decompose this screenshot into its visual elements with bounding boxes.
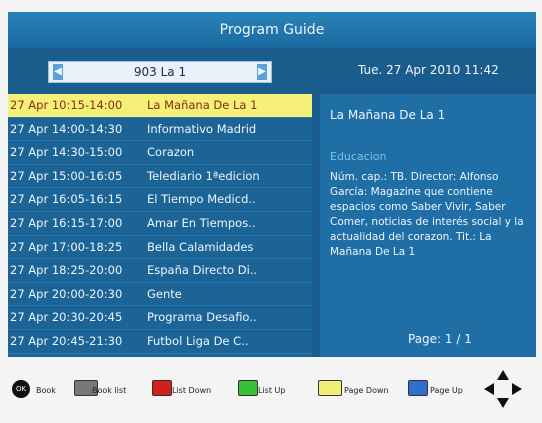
list-item[interactable]: 27 Apr 16:15-17:00 Amar En Tiempos.. (8, 212, 312, 236)
program-time: 27 Apr 20:00-20:30 (10, 286, 123, 301)
program-time: 27 Apr 16:15-17:00 (10, 215, 123, 230)
program-time: 27 Apr 20:30-20:45 (10, 310, 123, 325)
program-title: Bella Calamidades (147, 239, 254, 254)
channel-selector[interactable]: ◀ 903 La 1 ▶ (48, 61, 272, 83)
program-guide-screen: Program Guide ◀ 903 La 1 ▶ Tue. 27 Apr 2… (8, 12, 536, 357)
program-time: 27 Apr 14:00-14:30 (10, 121, 123, 136)
list-item[interactable]: 27 Apr 16:05-16:15 El Tiempo Medicd.. (8, 188, 312, 212)
list-item[interactable]: 27 Apr 20:30-20:45 Programa Desafio.. (8, 306, 312, 330)
list-item[interactable]: 27 Apr 20:00-20:30 Gente (8, 283, 312, 307)
ok-key-icon: OK (12, 380, 30, 398)
detail-genre: Educacion (330, 150, 387, 163)
remote-key-legend: OK Book Book list List Down List Up Page… (0, 366, 542, 416)
program-list: 27 Apr 10:15-14:00 La Mañana De La 1 27 A… (8, 94, 312, 357)
program-time: 27 Apr 16:05-16:15 (10, 192, 123, 207)
list-item[interactable]: 27 Apr 20:45-21:30 Futbol Liga De C.. (8, 330, 312, 354)
program-title: Informativo Madrid (147, 121, 257, 136)
program-time: 27 Apr 17:00-18:25 (10, 239, 123, 254)
dpad-arrows-icon (484, 370, 522, 408)
program-time: 27 Apr 14:30-15:00 (10, 145, 123, 160)
program-title: Corazon (147, 145, 195, 160)
detail-description: Núm. cap.: TB. Director: Alfonso García:… (330, 171, 524, 258)
red-key-icon (152, 380, 172, 396)
list-item[interactable]: 27 Apr 17:00-18:25 Bella Calamidades (8, 236, 312, 260)
list-down-label: List Down (172, 386, 212, 395)
channel-name: 903 La 1 (133, 65, 187, 79)
list-item[interactable]: 27 Apr 14:30-15:00 Corazon (8, 141, 312, 165)
page-down-label: Page Down (344, 386, 389, 395)
chevron-left-icon[interactable]: ◀ (53, 64, 63, 80)
program-time: 27 Apr 15:00-16:05 (10, 168, 123, 183)
program-title: Telediario 1ªedicion (147, 168, 260, 183)
blue-key-icon (408, 380, 428, 396)
program-title: Programa Desafio.. (147, 310, 257, 325)
program-title: España Directo Di.. (147, 263, 258, 278)
program-title: El Tiempo Medicd.. (147, 192, 256, 207)
program-detail-panel: La Mañana De La 1 Educacion Núm. cap.: T… (320, 94, 536, 357)
page-up-label: Page Up (430, 386, 463, 395)
current-datetime: Tue. 27 Apr 2010 11:42 (358, 63, 499, 77)
yellow-key-icon (318, 380, 342, 396)
program-time: 27 Apr 10:15-14:00 (10, 98, 123, 112)
green-key-icon (238, 380, 258, 396)
program-title: Futbol Liga De C.. (147, 333, 249, 348)
list-item[interactable]: 27 Apr 18:25-20:00 España Directo Di.. (8, 259, 312, 283)
program-time: 27 Apr 18:25-20:00 (10, 263, 123, 278)
book-list-label: Book list (92, 386, 127, 395)
program-time: 27 Apr 20:45-21:30 (10, 333, 123, 348)
chevron-right-icon[interactable]: ▶ (257, 64, 267, 80)
page-indicator: Page: 1 / 1 (408, 332, 472, 346)
list-item[interactable]: 27 Apr 14:00-14:30 Informativo Madrid (8, 118, 312, 142)
program-title: Amar En Tiempos.. (147, 215, 256, 230)
book-label: Book (36, 386, 56, 395)
program-title: La Mañana De La 1 (147, 98, 258, 112)
list-up-label: List Up (258, 386, 286, 395)
program-title: Gente (147, 286, 182, 301)
page-title: Program Guide (8, 12, 536, 48)
list-item[interactable]: 27 Apr 15:00-16:05 Telediario 1ªedicion (8, 165, 312, 189)
detail-title: La Mañana De La 1 (330, 108, 446, 122)
list-item[interactable]: 27 Apr 10:15-14:00 La Mañana De La 1 (8, 94, 312, 118)
